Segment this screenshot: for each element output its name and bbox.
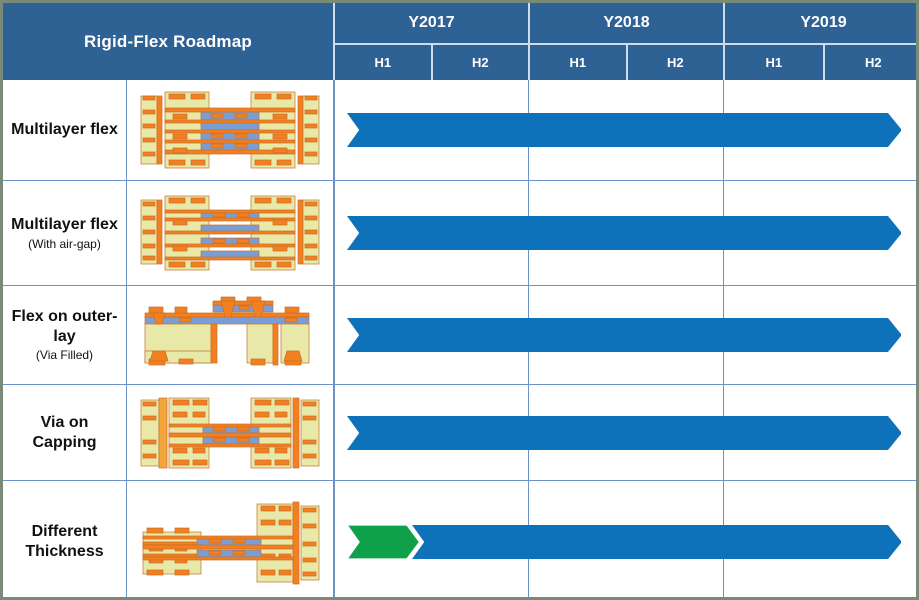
- multilayer-flex-airgap-icon: [140, 195, 320, 271]
- half-cell-2017-h2[interactable]: H2: [430, 45, 529, 80]
- row-label-via-on-capping: Via on Capping: [3, 385, 127, 480]
- cross-section-figure-multilayer-flex: [127, 80, 335, 180]
- row-label-flex-on-outer-lay: Flex on outer-lay (Via Filled): [3, 286, 127, 384]
- row-label-multilayer-flex-airgap: Multilayer flex (With air-gap): [3, 181, 127, 285]
- chevron-bar-icon: [346, 216, 902, 250]
- half-row: H1 H2: [725, 45, 917, 80]
- timeline-cell: [335, 181, 916, 285]
- year-label: Y2018: [530, 3, 723, 45]
- table-row: Flex on outer-lay (Via Filled): [3, 286, 916, 384]
- row-label-different-thickness: Different Thickness: [3, 481, 127, 597]
- roadmap-bar-blue[interactable]: [346, 416, 902, 450]
- row-label-text: Via on Capping: [32, 413, 97, 451]
- via-on-capping-icon: [140, 397, 320, 468]
- table-body: Multilayer flex Multilayer flex (With ai…: [3, 80, 916, 597]
- table-row: Different Thickness: [3, 481, 916, 597]
- bar-layer: [335, 181, 916, 285]
- page-title: Rigid-Flex Roadmap: [3, 3, 335, 80]
- gridline-year-2018: [528, 181, 529, 285]
- gridline-year-2019: [723, 80, 724, 180]
- cross-section-figure-via-on-capping: [127, 385, 335, 480]
- chevron-bar-icon: [346, 318, 902, 352]
- chevron-bar-icon: [346, 416, 902, 450]
- half-row: H1 H2: [530, 45, 723, 80]
- gridline-year-2019: [723, 481, 724, 597]
- timeline-cell: [335, 80, 916, 180]
- roadmap-bar-green[interactable]: [346, 525, 420, 559]
- gridline-year-2018: [528, 481, 529, 597]
- gridline-year-2019: [723, 181, 724, 285]
- chevron-bar-icon: [346, 113, 902, 147]
- table-row: Multilayer flex (With air-gap): [3, 181, 916, 285]
- cross-section-figure-flex-on-outer-lay: [127, 286, 335, 384]
- gridline-year-2018: [528, 385, 529, 480]
- multilayer-flex-icon: [140, 91, 320, 169]
- cross-section-figure-different-thickness: [127, 481, 335, 597]
- half-cell-2019-h2[interactable]: H2: [822, 45, 917, 80]
- chevron-bar-icon: [346, 525, 420, 559]
- cross-section-figure-multilayer-flex-airgap: [127, 181, 335, 285]
- gridline-year-2018: [528, 286, 529, 384]
- timeline-cell: [335, 481, 916, 597]
- table-row: Via on Capping: [3, 385, 916, 480]
- roadmap-bar-blue[interactable]: [411, 525, 902, 559]
- row-label-text: Multilayer flex: [11, 121, 118, 139]
- bar-layer: [335, 481, 916, 597]
- year-label: Y2019: [725, 3, 916, 45]
- year-column-2017: Y2017 H1 H2: [335, 3, 528, 80]
- half-cell-2019-h1[interactable]: H1: [725, 45, 823, 80]
- row-label-multilayer-flex: Multilayer flex: [3, 80, 127, 180]
- gridline-year-2019: [723, 385, 724, 480]
- year-column-2019: Y2019 H1 H2: [723, 3, 917, 80]
- roadmap-bar-blue[interactable]: [346, 113, 902, 147]
- gridline-year-2019: [723, 286, 724, 384]
- timeline-cell: [335, 286, 916, 384]
- row-label-subtext: (Via Filled): [35, 348, 94, 363]
- bar-layer: [335, 286, 916, 384]
- half-cell-2018-h2[interactable]: H2: [625, 45, 724, 80]
- half-cell-2018-h1[interactable]: H1: [530, 45, 626, 80]
- flex-on-outer-layer-icon: [144, 296, 310, 366]
- row-label-text: Flex on outer-lay: [11, 308, 118, 345]
- half-cell-2017-h1[interactable]: H1: [335, 45, 431, 80]
- different-thickness-icon: [142, 501, 320, 585]
- table-row: Multilayer flex: [3, 80, 916, 180]
- half-row: H1 H2: [335, 45, 528, 80]
- timeline-cell: [335, 385, 916, 480]
- year-label: Y2017: [335, 3, 528, 45]
- rigid-flex-roadmap-table: Rigid-Flex Roadmap Y2017 H1 H2 Y2018 H1 …: [0, 0, 919, 600]
- row-label-text: Different Thickness: [25, 523, 104, 560]
- gridline-year-2018: [528, 80, 529, 180]
- year-header-group: Y2017 H1 H2 Y2018 H1 H2 Y2019 H1 H2: [335, 3, 916, 80]
- row-label-subtext: (With air-gap): [28, 236, 101, 251]
- roadmap-bar-blue[interactable]: [346, 216, 902, 250]
- bar-layer: [335, 385, 916, 480]
- table-header: Rigid-Flex Roadmap Y2017 H1 H2 Y2018 H1 …: [3, 3, 916, 80]
- chevron-bar-icon: [411, 525, 902, 559]
- row-label-text: Multilayer flex: [11, 216, 118, 234]
- bar-layer: [335, 80, 916, 180]
- roadmap-bar-blue[interactable]: [346, 318, 902, 352]
- year-column-2018: Y2018 H1 H2: [528, 3, 723, 80]
